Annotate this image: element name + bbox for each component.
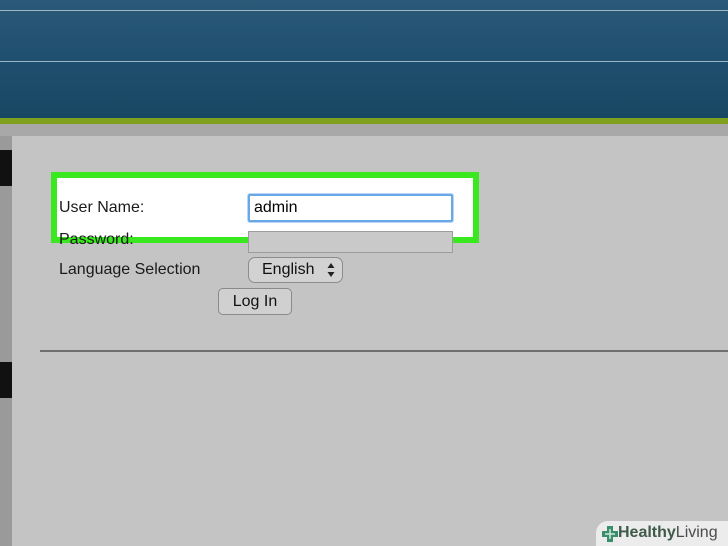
healthy-living-plus-icon [602,526,618,542]
login-button[interactable]: Log In [218,288,292,315]
password-label: Password: [59,231,134,248]
language-selection-label: Language Selection [59,261,201,278]
router-header-banner [0,0,728,118]
watermark-text: HealthyLiving [618,524,718,542]
section-divider [40,350,728,352]
watermark-living: Living [675,524,718,541]
side-tab[interactable] [0,150,12,186]
language-select[interactable]: English [248,257,343,283]
username-input[interactable] [248,194,453,222]
side-tab[interactable] [0,362,12,398]
watermark-badge: HealthyLiving [596,521,728,546]
header-stripe [0,61,728,62]
username-label: User Name: [59,199,145,216]
header-stripe [0,10,728,11]
select-up-down-arrows-icon [327,263,335,277]
password-input[interactable] [248,231,453,253]
watermark-healthy: Healthy [618,524,676,541]
language-select-value: English [262,261,315,278]
header-underbar [0,124,728,136]
